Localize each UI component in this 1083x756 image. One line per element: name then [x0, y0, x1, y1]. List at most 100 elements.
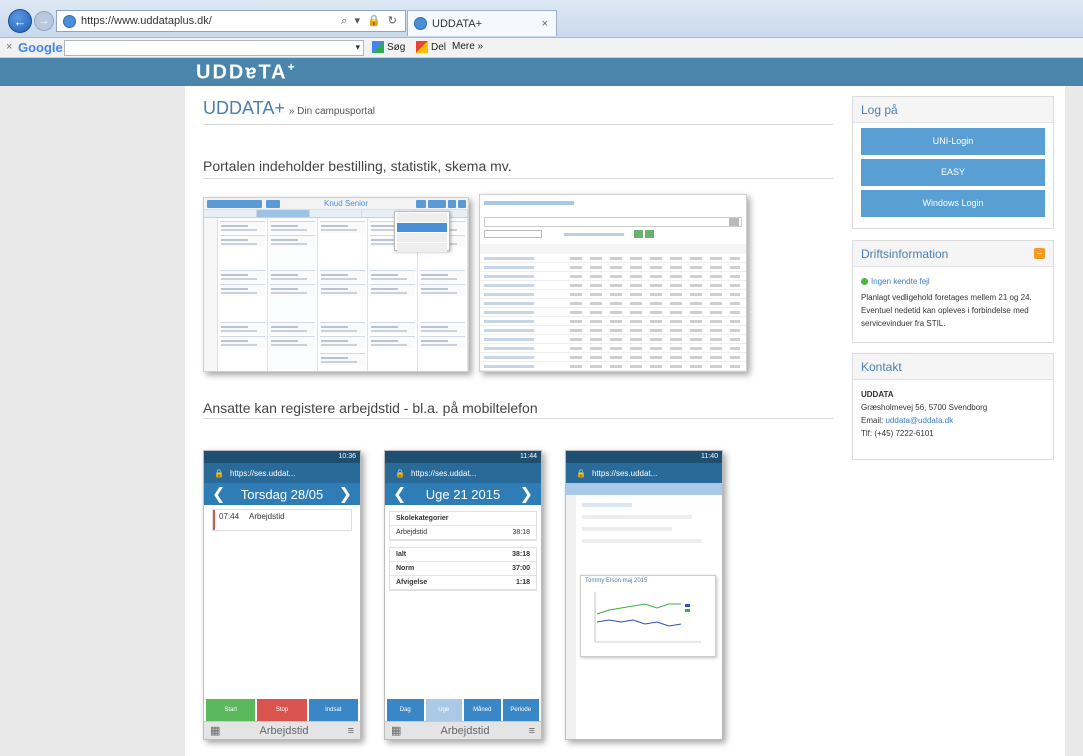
- deviation-label: Afvigelse: [396, 579, 428, 586]
- deviation-row: Afvigelse 1:18: [390, 576, 536, 590]
- phone-url-bar: 🔒 https://ses.uddat...: [385, 463, 541, 483]
- menu-icon[interactable]: ≡: [348, 725, 354, 737]
- chevron-left-icon[interactable]: ❮: [393, 484, 406, 504]
- tab-close-icon[interactable]: ×: [542, 18, 556, 30]
- share-icon: [416, 41, 428, 53]
- more-button[interactable]: Mere »: [452, 41, 483, 52]
- phone-status-bar: 10:36: [204, 451, 360, 463]
- site-icon: [63, 14, 76, 28]
- chevron-down-icon[interactable]: ▾: [355, 42, 360, 53]
- chart-dialog-title: Tommy Elson maj 2015: [585, 578, 648, 584]
- site-logo-text: UDDɐTA: [196, 61, 288, 84]
- calendar-screenshot: Knud Senior: [203, 197, 469, 372]
- section-title-mobile: Ansatte kan registere arbejdstid - bl.a.…: [203, 400, 538, 416]
- maintenance-text: Planlagt vedligehold foretages mellem 21…: [861, 293, 1032, 328]
- month-button[interactable]: Måned: [464, 699, 501, 721]
- statistics-header: [484, 199, 742, 209]
- start-button[interactable]: Start: [206, 699, 256, 721]
- uni-login-button[interactable]: UNI-Login: [861, 128, 1045, 155]
- phone-url-bar: 🔒 https://ses.uddat...: [566, 463, 722, 483]
- category-box: Skolekategorier Arbejdstid 38:18: [389, 511, 537, 541]
- share-label: Del: [431, 41, 447, 53]
- address-tools[interactable]: ⌕ ▾ 🔒 ↻: [341, 14, 405, 28]
- week-button[interactable]: Uge: [425, 699, 462, 721]
- statistics-table: [480, 254, 746, 371]
- row-label: Arbejdstid: [396, 529, 428, 536]
- menu-icon[interactable]: ≡: [529, 725, 535, 737]
- browser-tab[interactable]: UDDATA+ ×: [407, 10, 557, 36]
- page-title: UDDATA+» Din campusportal: [203, 98, 375, 119]
- status-line: Ingen kendte fejl: [861, 275, 1045, 288]
- phone-status-bar: 11:40: [566, 451, 722, 463]
- time-entry-label: Arbejdstid: [249, 512, 285, 521]
- chart-svg: [594, 592, 701, 643]
- tab-title: UDDATA+: [432, 17, 483, 30]
- calendar-title: Knud Senior: [324, 199, 369, 208]
- time-entry[interactable]: 07:44 Arbejdstid: [212, 509, 352, 531]
- series-green-line: [596, 603, 681, 615]
- chevron-right-icon[interactable]: ❯: [520, 484, 533, 504]
- phone-sidebar: [566, 495, 576, 739]
- phone-week-title: Uge 21 2015: [425, 486, 501, 502]
- contact-org: UDDATA: [861, 390, 894, 399]
- brand-name: UDDATA+: [203, 98, 285, 118]
- deviation-value: 1:18: [515, 579, 530, 586]
- total-row: Ialt 38:18: [390, 548, 536, 562]
- driftsinformation-body: Ingen kendte fejl Planlagt vedligehold f…: [853, 267, 1053, 338]
- phone-footer-title: Arbejdstid: [259, 724, 309, 737]
- search-label: Søg: [387, 41, 406, 53]
- period-button[interactable]: Periode: [502, 699, 539, 721]
- close-toolbar-icon[interactable]: ×: [6, 41, 12, 53]
- arrow-left-icon: ←: [13, 13, 27, 29]
- google-toolbar: × Google ▾ Søg Del Mere »: [0, 38, 1083, 58]
- kontakt-title: Kontakt: [853, 354, 1053, 380]
- grid-icon[interactable]: ▦: [391, 724, 401, 737]
- row-value: 38:18: [512, 529, 530, 536]
- statistics-date-range: [484, 230, 742, 240]
- chart-dialog: Tommy Elson maj 2015: [580, 575, 716, 657]
- phone-screenshot-day: 10:36 🔒 https://ses.uddat... ❮ Torsdag 28…: [203, 450, 361, 740]
- forward-button[interactable]: →: [34, 11, 54, 31]
- category-header: Skolekategorier: [390, 512, 536, 526]
- share-button[interactable]: Del: [416, 41, 446, 53]
- site-logo[interactable]: UDDɐTA+: [196, 60, 297, 85]
- search-button[interactable]: Søg: [372, 41, 405, 53]
- divider: [203, 124, 833, 125]
- phone-url: https://ses.uddat...: [229, 468, 296, 478]
- total-label: Ialt: [396, 551, 407, 558]
- contact-address: Græsholmevej 56, 5700 Svendborg: [861, 403, 988, 412]
- driftsinformation-panel: Driftsinformation ∽ Ingen kendte fejl Pl…: [852, 240, 1054, 343]
- kontakt-body: UDDATA Græsholmevej 56, 5700 Svendborg E…: [853, 380, 1053, 448]
- lock-icon: 🔒: [576, 468, 586, 478]
- site-logo-plus: +: [287, 60, 297, 74]
- insert-button[interactable]: Indsat: [308, 699, 358, 721]
- arrow-right-icon: →: [38, 15, 50, 27]
- stop-button[interactable]: Stop: [257, 699, 307, 721]
- contact-phone: Tlf: (+45) 7222-6101: [861, 429, 934, 438]
- phone-screenshot-week: 11:44 🔒 https://ses.uddat... ❮ Uge 21 201…: [384, 450, 542, 740]
- day-button[interactable]: Dag: [387, 699, 424, 721]
- phone-footer: ▦ Arbejdstid ≡: [204, 721, 360, 739]
- back-button[interactable]: ←: [8, 9, 32, 33]
- chevron-left-icon[interactable]: ❮: [212, 484, 225, 504]
- totals-box: Ialt 38:18 Norm 37:00 Afvigelse 1:18: [389, 547, 537, 591]
- google-search-input[interactable]: ▾: [64, 40, 364, 56]
- email-link[interactable]: uddata@uddata.dk: [885, 416, 953, 425]
- windows-login-button[interactable]: Windows Login: [861, 190, 1045, 217]
- rss-icon[interactable]: ∽: [1034, 248, 1045, 259]
- login-panel-title: Log på: [853, 97, 1053, 123]
- tab-favicon-icon: [414, 17, 427, 30]
- phone-footer: ▦ Arbejdstid ≡: [385, 721, 541, 739]
- easy-login-button[interactable]: EASY: [861, 159, 1045, 186]
- status-link[interactable]: Ingen kendte fejl: [871, 277, 930, 286]
- phone-action-buttons: Start Stop Indsat: [204, 699, 360, 721]
- chevron-right-icon[interactable]: ❯: [339, 484, 352, 504]
- phone-site-header: [566, 483, 722, 495]
- google-logo: Google: [18, 40, 63, 55]
- category-label: Skolekategorier: [396, 515, 449, 522]
- total-value: 38:18: [512, 551, 530, 558]
- grid-icon[interactable]: ▦: [210, 724, 220, 737]
- search-icon: [372, 41, 384, 53]
- phone-footer-title: Arbejdstid: [440, 724, 490, 737]
- address-bar[interactable]: https://www.uddataplus.dk/ ⌕ ▾ 🔒 ↻: [56, 10, 406, 32]
